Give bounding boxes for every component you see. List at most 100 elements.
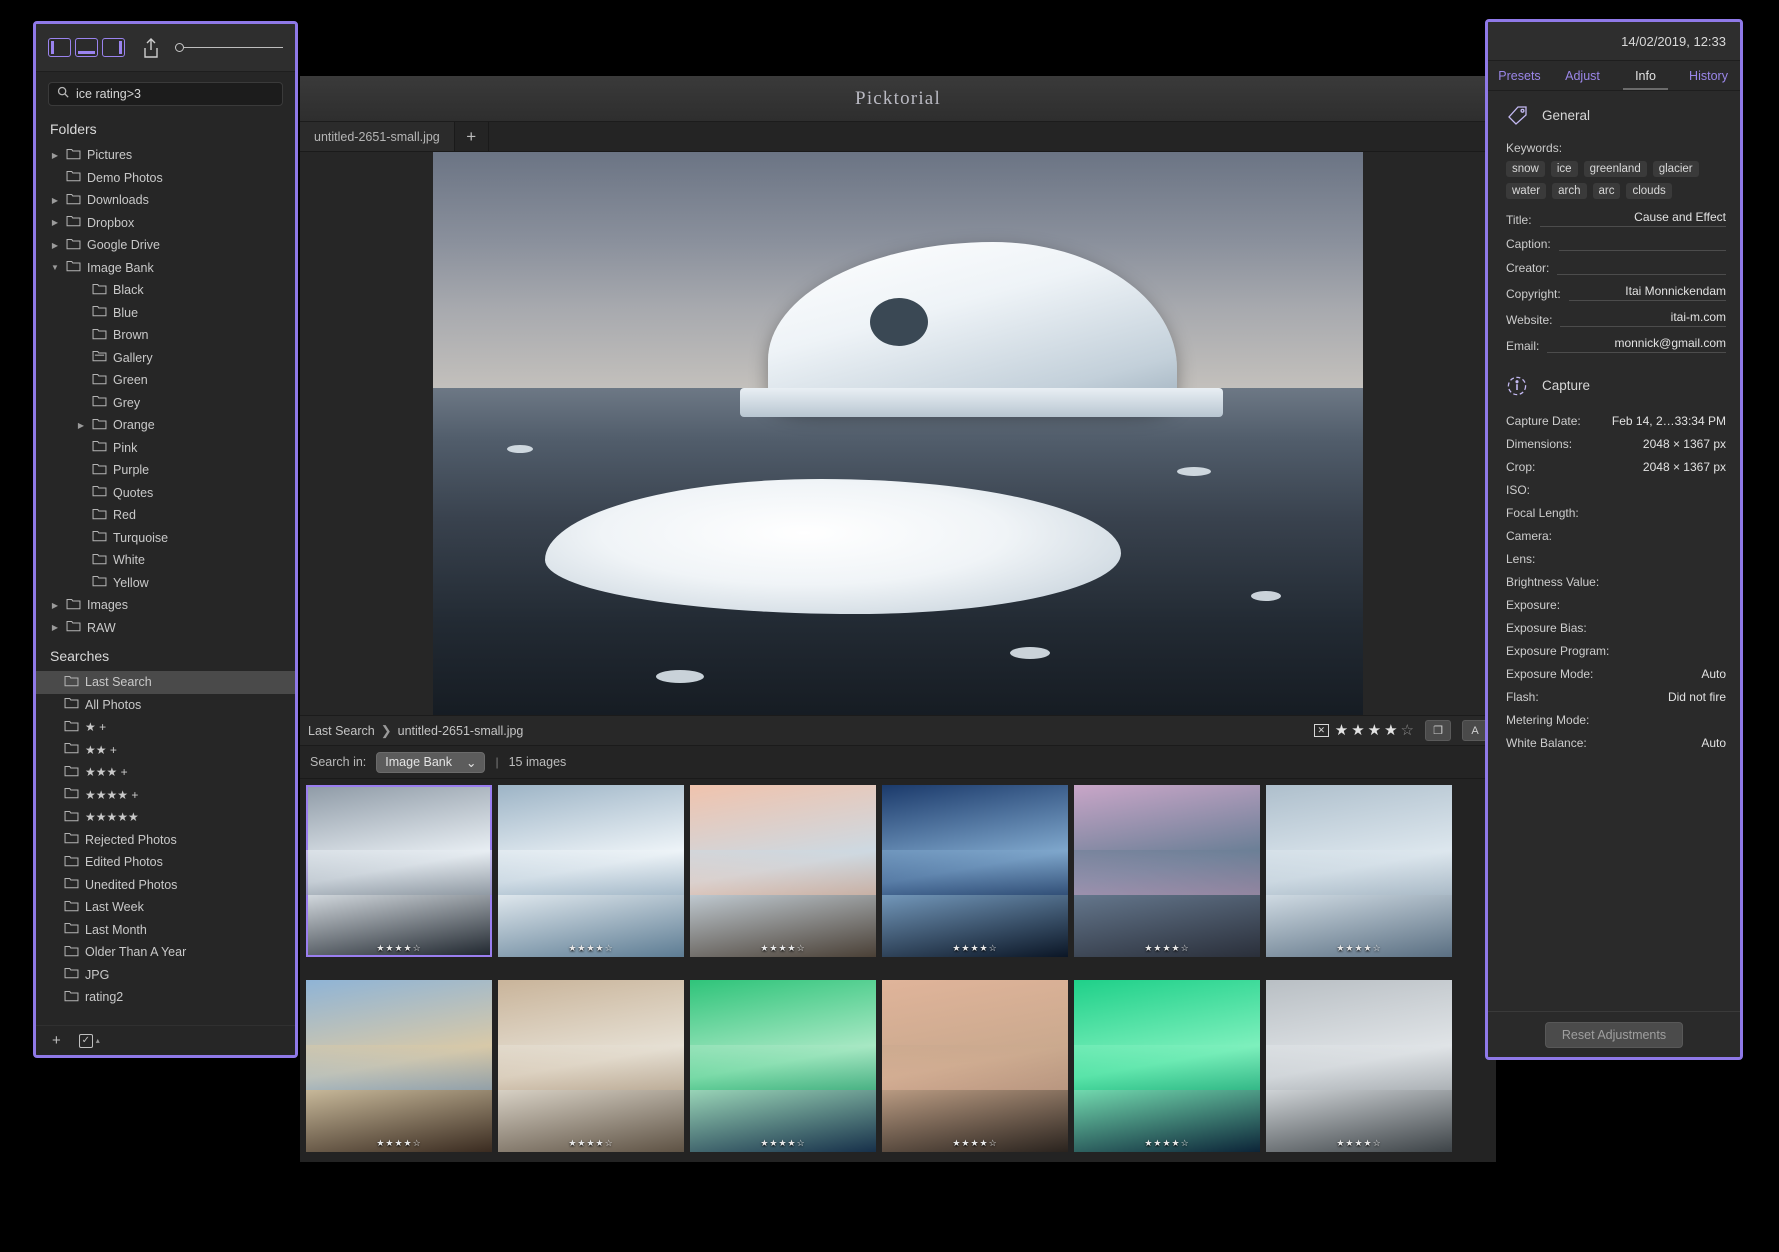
chevron-right-icon[interactable]: ▶ bbox=[50, 601, 60, 610]
keyword-chip[interactable]: water bbox=[1506, 183, 1547, 199]
field-input[interactable]: itai-m.com bbox=[1560, 310, 1726, 327]
chevron-right-icon[interactable]: ▶ bbox=[50, 623, 60, 632]
keyword-list[interactable]: snow ice greenland glacier water arch arc cloud… bbox=[1502, 159, 1726, 201]
saved-search-unedited-photos[interactable]: Unedited Photos bbox=[36, 874, 295, 897]
thumbnail-pink-mountain-lake[interactable]: ★★★★☆ bbox=[1074, 785, 1260, 957]
folder-row-demo-photos[interactable]: ▶Demo Photos bbox=[36, 167, 295, 190]
folder-row-raw[interactable]: ▶ RAW bbox=[36, 617, 295, 640]
star-icon[interactable]: ★ bbox=[1335, 723, 1348, 738]
thumbnail-sea-stacks[interactable]: ★★★★☆ bbox=[1266, 980, 1452, 1152]
layout-single-icon[interactable] bbox=[48, 38, 71, 57]
chevron-right-icon[interactable]: ▶ bbox=[50, 151, 60, 160]
field-input[interactable] bbox=[1557, 260, 1726, 275]
field-caption[interactable]: Caption: bbox=[1502, 227, 1726, 251]
saved-search-jpg[interactable]: JPG bbox=[36, 964, 295, 987]
keyword-chip[interactable]: ice bbox=[1550, 161, 1578, 177]
field-input[interactable] bbox=[1558, 236, 1726, 251]
layout-split-icon[interactable] bbox=[102, 38, 125, 57]
thumbnail-vestrahorn[interactable]: ★★★★☆ bbox=[882, 980, 1068, 1152]
document-tab[interactable]: untitled-2651-small.jpg bbox=[300, 122, 455, 151]
saved-search-list[interactable]: Last Search All Photos ★ + ★★ + ★★★ + ★★★★ + ★… bbox=[36, 671, 295, 1009]
field-title[interactable]: Title: Cause and Effect bbox=[1502, 201, 1726, 227]
breadcrumb-parent[interactable]: Last Search bbox=[308, 724, 375, 738]
inspector-tabs[interactable]: Presets Adjust Info History bbox=[1488, 60, 1740, 91]
keyword-chip[interactable]: arc bbox=[1592, 183, 1621, 199]
share-icon[interactable] bbox=[141, 37, 161, 59]
folder-row-gallery[interactable]: ▶Gallery bbox=[36, 347, 295, 370]
folder-row-white[interactable]: ▶White bbox=[36, 549, 295, 572]
folder-row-blue[interactable]: ▶Blue bbox=[36, 302, 295, 325]
image-viewer[interactable] bbox=[300, 152, 1496, 715]
chevron-right-icon[interactable]: ▶ bbox=[76, 421, 86, 430]
folder-row-downloads[interactable]: ▶ Downloads bbox=[36, 189, 295, 212]
tab-history[interactable]: History bbox=[1677, 61, 1740, 90]
field-copyright[interactable]: Copyright: Itai Monnickendam bbox=[1502, 275, 1726, 301]
star-icon[interactable]: ☆ bbox=[1401, 723, 1414, 738]
keyword-chip[interactable]: clouds bbox=[1626, 183, 1672, 199]
sidebar-scroll-area[interactable]: Folders ▶Pictures▶Demo Photos▶Downloads▶… bbox=[36, 112, 295, 1025]
saved-search-[interactable]: ★★★★★ bbox=[36, 806, 295, 829]
chevron-right-icon[interactable]: ▶ bbox=[50, 218, 60, 227]
tab-info[interactable]: Info bbox=[1614, 61, 1677, 90]
chevron-right-icon[interactable]: ▶ bbox=[50, 196, 60, 205]
saved-search-rating2[interactable]: rating2 bbox=[36, 986, 295, 1009]
saved-search-[interactable]: ★ + bbox=[36, 716, 295, 739]
star-icon[interactable]: ★ bbox=[1384, 723, 1397, 738]
layout-filmstrip-icon[interactable] bbox=[75, 38, 98, 57]
field-creator[interactable]: Creator: bbox=[1502, 251, 1726, 275]
thumbnail-husky-cabin[interactable]: ★★★★☆ bbox=[690, 785, 876, 957]
folder-row-google-drive[interactable]: ▶ Google Drive bbox=[36, 234, 295, 257]
reset-adjustments-button[interactable]: Reset Adjustments bbox=[1544, 1021, 1684, 1048]
add-tab-button[interactable]: + bbox=[454, 122, 489, 151]
saved-search-last-month[interactable]: Last Month bbox=[36, 919, 295, 942]
keyword-chip[interactable]: greenland bbox=[1583, 161, 1647, 177]
folder-row-pink[interactable]: ▶Pink bbox=[36, 437, 295, 460]
field-input[interactable]: monnick@gmail.com bbox=[1547, 336, 1726, 353]
saved-search-rejected-photos[interactable]: Rejected Photos bbox=[36, 829, 295, 852]
rejected-flag-icon[interactable]: ✕ bbox=[1313, 724, 1329, 737]
slider-knob[interactable] bbox=[175, 43, 184, 52]
folder-row-purple[interactable]: ▶Purple bbox=[36, 459, 295, 482]
thumbnail-valley-reflection[interactable]: ★★★★☆ bbox=[882, 785, 1068, 957]
thumbnail-size-slider[interactable] bbox=[175, 43, 283, 52]
folder-row-pictures[interactable]: ▶ Pictures bbox=[36, 144, 295, 167]
add-item-button[interactable]: + bbox=[52, 1032, 61, 1049]
thumbnail-ice-cave[interactable]: ★★★★☆ bbox=[498, 785, 684, 957]
field-email[interactable]: Email: monnick@gmail.com bbox=[1502, 327, 1726, 353]
folder-row-images[interactable]: ▶ Images bbox=[36, 594, 295, 617]
select-mode-icon[interactable]: ✓ bbox=[78, 1033, 93, 1048]
field-input[interactable]: Itai Monnickendam bbox=[1568, 284, 1726, 301]
rating-control[interactable]: ✕ ★ ★ ★ ★ ☆ bbox=[1313, 723, 1414, 738]
folder-row-black[interactable]: ▶Black bbox=[36, 279, 295, 302]
folder-row-red[interactable]: ▶Red bbox=[36, 504, 295, 527]
compare-view-button[interactable]: ❐ bbox=[1425, 720, 1451, 741]
keyword-chip[interactable]: arch bbox=[1552, 183, 1587, 199]
folder-row-dropbox[interactable]: ▶ Dropbox bbox=[36, 212, 295, 235]
thumbnail-aurora-green[interactable]: ★★★★☆ bbox=[690, 980, 876, 1152]
chevron-right-icon[interactable]: ▶ bbox=[50, 241, 60, 250]
folder-row-yellow[interactable]: ▶Yellow bbox=[36, 572, 295, 595]
folder-row-image-bank[interactable]: ▼ Image Bank bbox=[36, 257, 295, 280]
saved-search-all-photos[interactable]: All Photos bbox=[36, 694, 295, 717]
thumbnail-horses-shore[interactable]: ★★★★☆ bbox=[306, 980, 492, 1152]
folder-row-grey[interactable]: ▶Grey bbox=[36, 392, 295, 415]
thumbnail-aurora-reflection[interactable]: ★★★★☆ bbox=[1074, 980, 1260, 1152]
folder-row-quotes[interactable]: ▶Quotes bbox=[36, 482, 295, 505]
tab-adjust[interactable]: Adjust bbox=[1551, 61, 1614, 90]
folder-row-turquoise[interactable]: ▶Turquoise bbox=[36, 527, 295, 550]
thumbnail-iceberg-arch[interactable]: ★★★★☆ bbox=[306, 785, 492, 957]
folder-row-brown[interactable]: ▶Brown bbox=[36, 324, 295, 347]
tab-presets[interactable]: Presets bbox=[1488, 61, 1551, 90]
slider-track[interactable] bbox=[184, 46, 283, 49]
saved-search-last-week[interactable]: Last Week bbox=[36, 896, 295, 919]
saved-search-last-search[interactable]: Last Search bbox=[36, 671, 295, 694]
thumbnail-grid[interactable]: ★★★★☆ ★★★★☆ ★★★★☆ ★★★★☆ ★★★★☆ ★★★★☆ ★★★★☆ ★★★★☆… bbox=[300, 779, 1496, 1162]
saved-search-older-than-a-year[interactable]: Older Than A Year bbox=[36, 941, 295, 964]
folder-tree[interactable]: ▶Pictures▶Demo Photos▶Downloads▶Dropbox▶… bbox=[36, 144, 295, 639]
general-field-list[interactable]: Title: Cause and Effect Caption: Creator: Co… bbox=[1502, 201, 1726, 353]
folder-row-orange[interactable]: ▶ Orange bbox=[36, 414, 295, 437]
folder-row-green[interactable]: ▶Green bbox=[36, 369, 295, 392]
saved-search-[interactable]: ★★★ + bbox=[36, 761, 295, 784]
saved-search-edited-photos[interactable]: Edited Photos bbox=[36, 851, 295, 874]
search-scope-select[interactable]: Image Bank ⌄ bbox=[376, 751, 486, 773]
